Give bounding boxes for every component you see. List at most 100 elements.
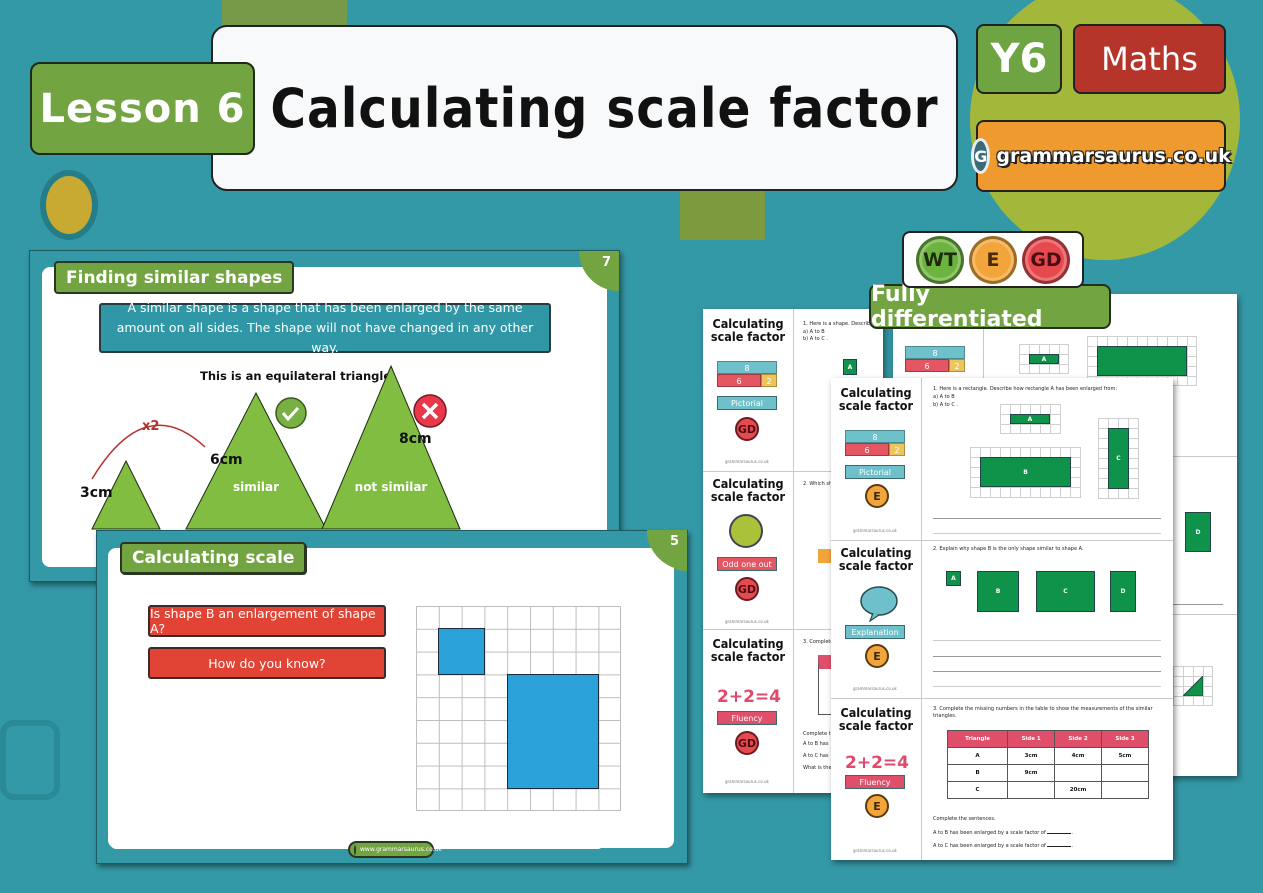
answer-line	[933, 533, 1161, 534]
cell: 3cm	[1007, 747, 1056, 765]
shape-a: A	[946, 571, 961, 586]
fluency-art: 2+2=4	[845, 753, 909, 773]
table-row: C 20cm	[946, 781, 1149, 799]
slide-title-calculating-scale: Calculating scale	[120, 542, 307, 574]
answer-line	[933, 518, 1161, 519]
question-1: 1. Here is a rectangle. Describe how rec…	[933, 386, 1118, 392]
sentence-2: A to C has been enlarged by a scale fact…	[933, 843, 1073, 849]
orange-shape	[818, 549, 832, 563]
medal-wt-icon: WT	[916, 235, 964, 284]
bar-total: 8	[905, 346, 965, 359]
cell-blank[interactable]	[1007, 781, 1056, 799]
rect-c: C	[1108, 428, 1129, 489]
rect-a: A	[1010, 414, 1050, 424]
shape-c: C	[1036, 571, 1095, 612]
small-brand: grammarsaurus.co.uk	[853, 686, 897, 691]
worksheet-title: Calculating scale factor	[838, 705, 914, 733]
check-icon	[275, 397, 307, 429]
bg-deco-bottom	[0, 720, 60, 800]
blank[interactable]	[1047, 846, 1072, 847]
rect-b	[1097, 346, 1187, 376]
bar-part: 2	[949, 359, 965, 372]
bar-model: 8 62	[717, 361, 777, 387]
prompt-box: How do you know?	[148, 647, 386, 679]
title-box: Calculating scale factor	[211, 25, 958, 191]
divider	[831, 540, 1173, 541]
subject-badge: Maths	[1073, 24, 1226, 94]
answer-line	[933, 640, 1161, 641]
small-brand: grammarsaurus.co.uk	[853, 528, 897, 533]
blank[interactable]	[1047, 833, 1072, 834]
bar-total: 8	[845, 430, 905, 443]
sentence-text: A to C has been enlarged by a scale fact…	[933, 843, 1046, 849]
shape-a	[438, 628, 485, 675]
section-side: Calculating scale factor	[703, 477, 793, 503]
logo-letter: G	[974, 146, 988, 166]
section-side: Calculating scale factor	[703, 637, 793, 663]
bar-model: 8 62	[845, 430, 905, 456]
cross-icon	[413, 394, 447, 428]
medal-e-icon: E	[969, 235, 1017, 284]
tag-pictorial: Pictorial	[845, 465, 905, 479]
side-label-similar: 6cm	[210, 452, 243, 468]
level-medal-e: E	[865, 644, 889, 668]
triangle-not-similar	[321, 364, 461, 530]
question-3: 3. Complete	[803, 639, 831, 645]
answer-line	[933, 671, 1161, 672]
worksheet-title: Calculating scale factor	[838, 545, 914, 573]
cell: 4cm	[1054, 747, 1102, 765]
section-side: Calculating scale factor	[831, 706, 921, 732]
cell: 20cm	[1054, 781, 1102, 799]
rect-a: A	[1029, 354, 1059, 364]
table-fragment	[818, 655, 832, 715]
small-brand: grammarsaurus.co.uk	[725, 779, 769, 784]
side-label-not-similar: 8cm	[399, 431, 432, 447]
sentence: What is the	[803, 765, 831, 771]
brand-badge[interactable]: G grammarsaurus.co.uk	[971, 120, 1231, 192]
question-2: 2. Which sh	[803, 481, 833, 487]
question-box: Is shape B an enlargement of shape A?	[148, 605, 386, 637]
rect-d: D	[1185, 512, 1211, 552]
page-title: Calculating scale factor	[270, 76, 939, 140]
cell: A	[946, 747, 1009, 765]
triangle-label-similar: similar	[232, 480, 280, 494]
cell-blank[interactable]	[1101, 764, 1149, 782]
bg-yellow-circle	[40, 170, 98, 240]
level-medal-e: E	[865, 484, 889, 508]
cell: 9cm	[1007, 764, 1056, 782]
question-2: 2. Explain why shape B is the only shape…	[933, 546, 1084, 552]
cell: 5cm	[1101, 747, 1149, 765]
rect-b: B	[980, 457, 1071, 487]
side-label-small: 3cm	[80, 485, 113, 501]
sentence: Complete t	[803, 731, 831, 737]
cell-blank[interactable]	[1054, 764, 1102, 782]
slide-title: Finding similar shapes	[54, 261, 295, 294]
sub-b: b) A to C .	[933, 402, 959, 408]
sentences-heading: Complete the sentences.	[933, 816, 996, 822]
level-medal-gd: GD	[735, 731, 759, 755]
col-header: Triangle	[946, 730, 1009, 748]
tag-pictorial: Pictorial	[717, 396, 777, 410]
logo-icon	[354, 844, 356, 855]
year-badge: Y6	[976, 24, 1062, 94]
small-brand: grammarsaurus.co.uk	[725, 619, 769, 624]
sub-a: a) A to B	[803, 329, 825, 335]
sentence-text: A to B has been enlarged by a scale fact…	[933, 830, 1046, 836]
small-brand: grammarsaurus.co.uk	[725, 459, 769, 464]
cell-blank[interactable]	[1101, 781, 1149, 799]
cell: C	[946, 781, 1009, 799]
table-row: A 3cm 4cm 5cm	[946, 747, 1149, 765]
slide-footer-link[interactable]: www.grammarsaurus.co.uk	[348, 841, 442, 858]
shape-a-label: A	[843, 359, 857, 375]
differentiation-badges: WT E GD	[902, 231, 1084, 288]
multiplier-label: x2	[142, 419, 160, 434]
divider	[793, 309, 794, 793]
divider	[831, 698, 1173, 699]
bar-part: 6	[845, 443, 889, 456]
sentence: A to B has	[803, 741, 829, 747]
fluency-art: 2+2=4	[717, 687, 781, 707]
medal-gd-icon: GD	[1022, 235, 1070, 284]
tag-explanation: Explanation	[845, 625, 905, 639]
section-side: Calculating scale factor	[703, 317, 793, 343]
triangle-d	[1183, 676, 1203, 696]
